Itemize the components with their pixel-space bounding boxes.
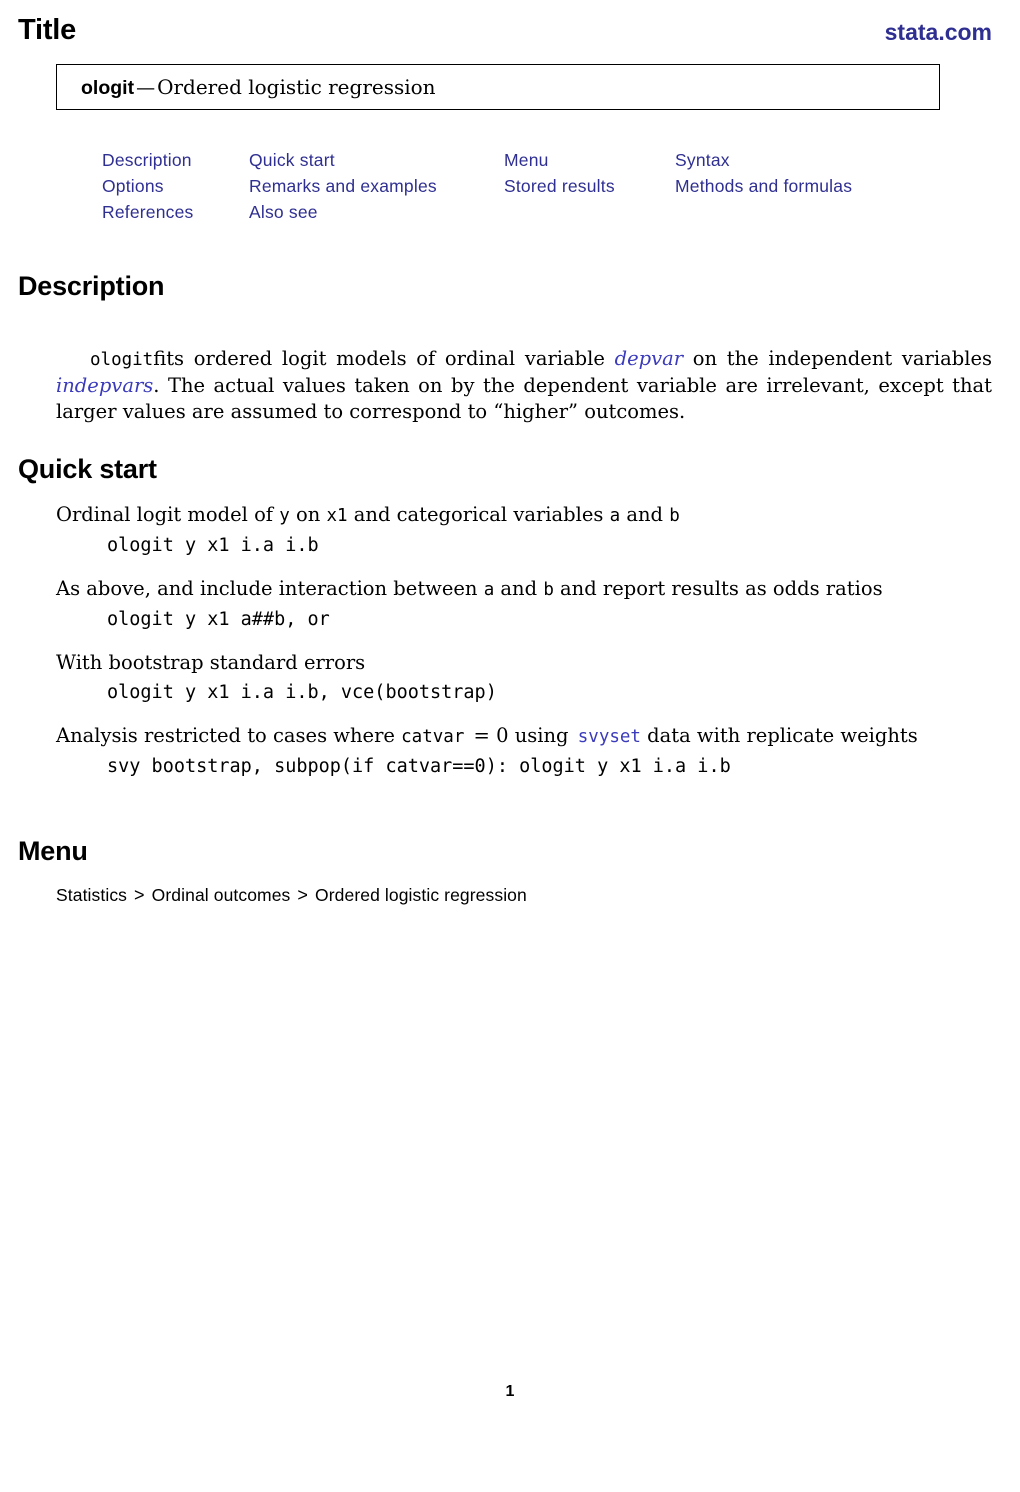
qs-inline-code: b [543, 580, 554, 600]
section-heading-description: Description [18, 271, 165, 301]
breadcrumb-item-statistics: Statistics [56, 885, 128, 905]
nav-link-quick-start[interactable]: Quick start [249, 150, 335, 170]
qs-text: With bootstrap standard errors [56, 651, 366, 674]
inline-code-ologit: ologit [90, 349, 154, 370]
section-nav-links: Description Quick start Menu Syntax Opti… [102, 150, 935, 228]
qs-inline-code: x1 [326, 506, 348, 526]
nav-cell: Methods and formulas [675, 176, 935, 202]
command-title-text: ologit — Ordered logistic regression [57, 75, 436, 100]
nav-cell [675, 202, 935, 228]
qs-inline-code: b [669, 506, 680, 526]
qs-text: and report results as odds ratios [553, 577, 883, 600]
breadcrumb-separator-icon: > [297, 885, 309, 905]
nav-link-also-see[interactable]: Also see [249, 202, 318, 222]
quick-start-code: ologit y x1 a##b, or [107, 609, 330, 630]
nav-cell: Options [102, 176, 249, 202]
quick-start-description: Ordinal logit model of y on x1 and categ… [56, 502, 996, 529]
nav-link-references[interactable]: References [102, 202, 194, 222]
nav-link-remarks-and-examples[interactable]: Remarks and examples [249, 176, 437, 196]
qs-text: = 0 using [467, 724, 575, 747]
qs-inline-code: a [483, 580, 495, 600]
nav-link-methods-and-formulas[interactable]: Methods and formulas [675, 176, 852, 196]
quick-start-description: With bootstrap standard errors [56, 650, 996, 676]
quick-start-item: Analysis restricted to cases where catva… [56, 723, 996, 780]
qs-inline-code: y [279, 506, 290, 526]
qs-text: Ordinal logit model of [56, 503, 280, 526]
nav-cell: Syntax [675, 150, 935, 176]
nav-row: References Also see [102, 202, 935, 228]
nav-cell: Remarks and examples [249, 176, 504, 202]
qs-inline-code-catvar: catvar [401, 727, 465, 747]
qs-text: Analysis restricted to cases where [56, 724, 402, 747]
link-svyset[interactable]: svyset [578, 727, 641, 747]
qs-text: and [620, 503, 670, 526]
italic-var-indepvars: indepvars [56, 373, 154, 397]
quick-start-code: svy bootstrap, subpop(if catvar==0): olo… [107, 756, 731, 777]
quick-start-description: Analysis restricted to cases where catva… [56, 723, 996, 750]
nav-cell: Also see [249, 202, 504, 228]
page-title: Title [18, 14, 77, 46]
quick-start-item: Ordinal logit model of y on x1 and categ… [56, 502, 996, 559]
qs-text: and categorical variables [347, 503, 610, 526]
nav-link-description[interactable]: Description [102, 150, 192, 170]
nav-cell: Quick start [249, 150, 504, 176]
em-dash: — [136, 76, 156, 99]
section-heading-menu: Menu [18, 836, 88, 866]
quick-start-code: ologit y x1 i.a i.b, vce(bootstrap) [107, 682, 497, 703]
qs-text: As above, and include interaction betwee… [56, 577, 484, 600]
command-name: ologit [81, 76, 135, 99]
breadcrumb-item-ordinal-outcomes: Ordinal outcomes [151, 885, 291, 905]
nav-cell [504, 202, 675, 228]
nav-link-stored-results[interactable]: Stored results [504, 176, 615, 196]
quick-start-description: As above, and include interaction betwee… [56, 576, 996, 603]
quick-start-item: As above, and include interaction betwee… [56, 576, 996, 633]
nav-link-syntax[interactable]: Syntax [675, 150, 730, 170]
nav-link-options[interactable]: Options [102, 176, 164, 196]
italic-var-depvar: depvar [614, 346, 684, 370]
qs-text: data with replicate weights [640, 724, 918, 747]
command-title-box: ologit — Ordered logistic regression [56, 64, 940, 110]
qs-text: on [289, 503, 327, 526]
nav-cell: References [102, 202, 249, 228]
breadcrumb-item-ordered-logistic-regression: Ordered logistic regression [315, 885, 527, 905]
document-page: Title stata.com ologit — Ordered logistic … [0, 0, 1020, 1492]
page-number: 1 [505, 1383, 515, 1400]
breadcrumb-separator-icon: > [134, 885, 145, 905]
menu-breadcrumb: Statistics > Ordinal outcomes > Ordered logi… [56, 885, 527, 906]
nav-cell: Stored results [504, 176, 675, 202]
nav-link-menu[interactable]: Menu [504, 150, 549, 170]
nav-cell: Menu [504, 150, 675, 176]
qs-inline-code: a [609, 506, 621, 526]
nav-cell: Description [102, 150, 249, 176]
nav-row: Options Remarks and examples Stored resu… [102, 176, 935, 202]
section-heading-quick-start: Quick start [18, 454, 157, 484]
nav-row: Description Quick start Menu Syntax [102, 150, 935, 176]
qs-text: and [494, 577, 544, 600]
description-text-1: fits ordered logit models of ordinal var… [153, 346, 615, 370]
description-text-3: . The actual values taken on by the depe… [56, 373, 992, 423]
description-text-2: on the independent variables [683, 346, 992, 370]
quick-start-code: ologit y x1 i.a i.b [107, 535, 319, 556]
stata-com-link[interactable]: stata.com [885, 21, 992, 44]
description-paragraph: ologitfits ordered logit models of ordin… [56, 346, 992, 426]
command-description: Ordered logistic regression [157, 74, 436, 99]
quick-start-item: With bootstrap standard errors ologit y … [56, 650, 996, 706]
